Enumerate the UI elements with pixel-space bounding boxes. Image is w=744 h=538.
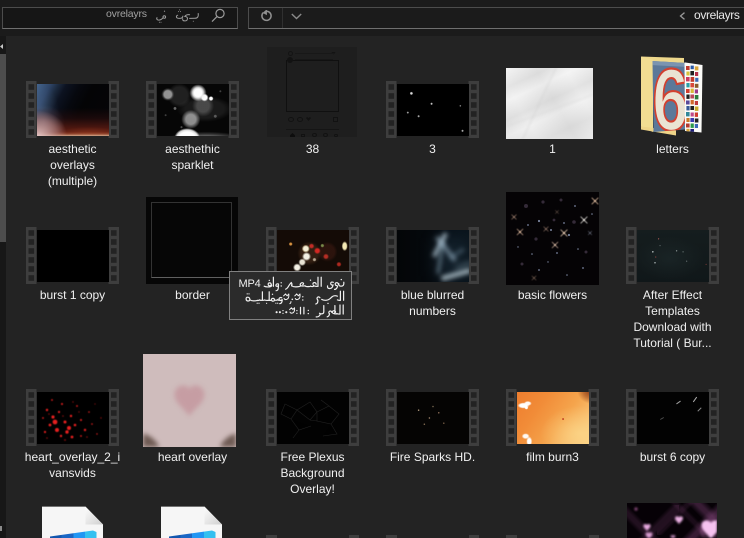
svg-text:6: 6 [652,52,688,142]
svg-text:MP4: MP4 [239,278,261,290]
